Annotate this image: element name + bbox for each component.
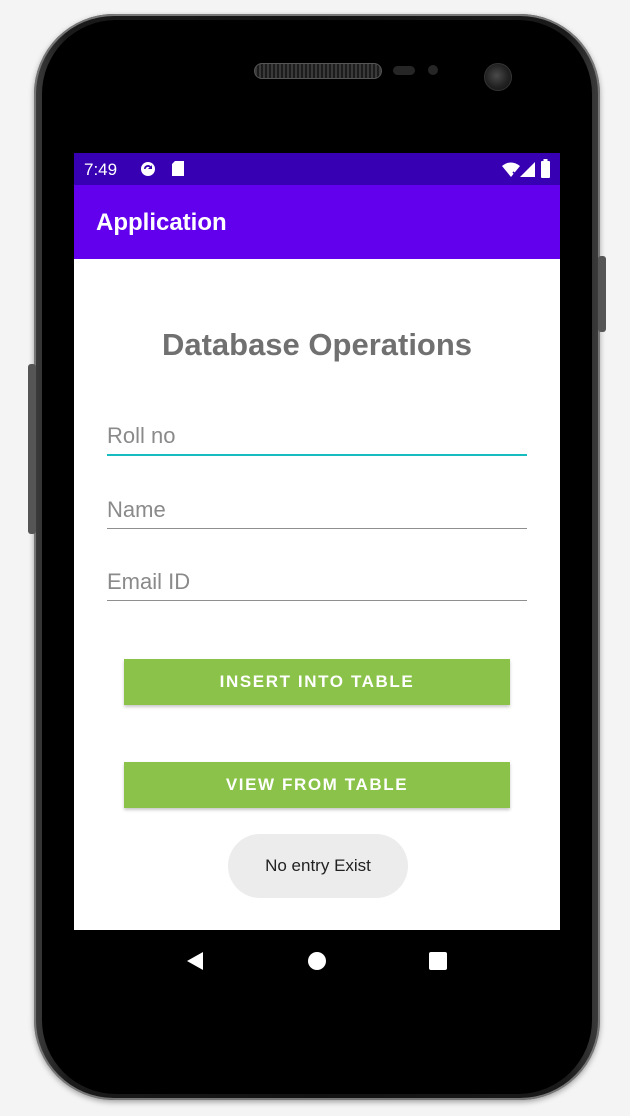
app-title: Application <box>96 209 227 236</box>
light-sensor <box>428 65 438 75</box>
power-button <box>598 256 606 332</box>
app-bar: Application <box>74 185 560 259</box>
battery-icon <box>541 159 550 178</box>
sd-card-icon <box>172 161 184 176</box>
page-title: Database Operations <box>161 327 473 362</box>
speaker-grill <box>254 63 382 79</box>
proximity-sensor <box>393 66 415 75</box>
device-screen: 7:49 Application Database Operations INS… <box>74 153 560 993</box>
email-id-input[interactable] <box>107 564 527 601</box>
back-icon[interactable] <box>185 951 205 971</box>
home-icon[interactable] <box>308 952 326 970</box>
status-bar: 7:49 <box>74 153 560 185</box>
sync-icon <box>141 162 155 176</box>
navigation-bar <box>74 930 560 993</box>
wifi-icon <box>502 162 520 177</box>
insert-into-table-button[interactable]: INSERT INTO TABLE <box>124 659 510 705</box>
toast-message: No entry Exist <box>228 834 408 898</box>
volume-button <box>28 364 36 534</box>
view-from-table-button[interactable]: VIEW FROM TABLE <box>124 762 510 808</box>
recents-icon[interactable] <box>429 952 447 970</box>
front-camera <box>484 63 512 91</box>
roll-no-input[interactable] <box>107 418 527 456</box>
signal-icon <box>520 162 535 177</box>
status-time: 7:49 <box>84 160 118 179</box>
name-input[interactable] <box>107 492 527 529</box>
